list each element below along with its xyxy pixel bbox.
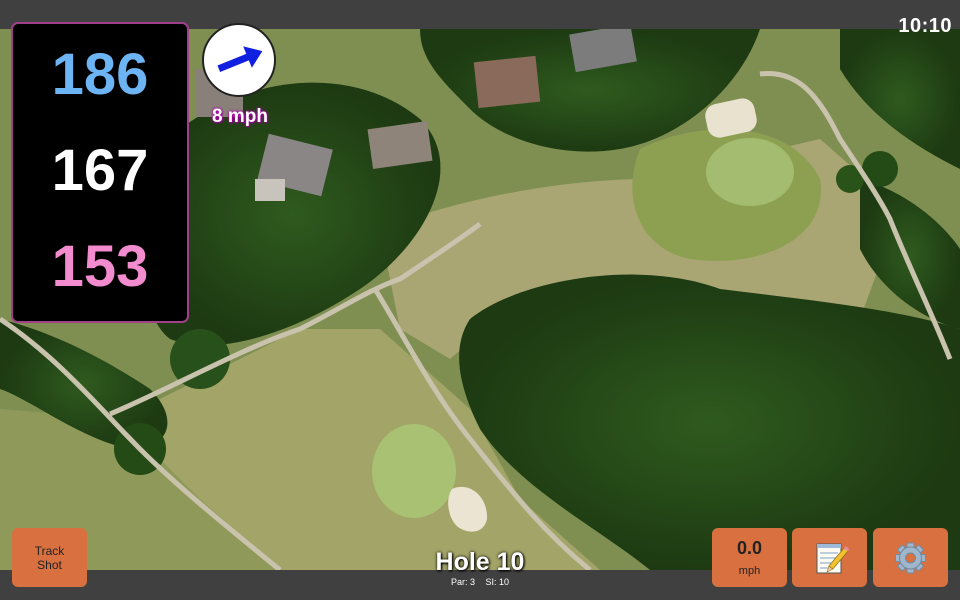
golf-gps-screen: 186 167 153 8 mph 10:10 Track Shot Hole … [0,0,960,600]
hole-title: Hole 10 [435,548,525,576]
speed-unit: mph [738,565,761,577]
speed-button[interactable]: 0.0 mph [712,528,787,587]
distance-center: 167 [51,138,149,203]
clock: 10:10 [898,15,952,37]
track-shot-label-line1: Track [34,544,65,558]
speed-value: 0.0 [736,538,763,558]
distance-front: 153 [51,234,149,299]
hole-par: Par: 3 [450,577,475,587]
wind-direction-indicator [202,23,276,97]
wind-direction-arrow-icon [217,46,263,72]
track-shot-label-line2: Shot [37,558,62,572]
hole-meta: Par: 3 SI: 10 [380,577,580,587]
distance-back: 186 [51,42,149,107]
notepad-icon [816,543,850,574]
hole-stroke-index: SI: 10 [485,577,510,587]
wind-speed-label: 8 mph [212,106,268,127]
distance-panel: 186 167 153 [11,22,189,323]
notes-button[interactable] [792,528,867,587]
settings-button[interactable] [873,528,948,587]
gear-icon [895,542,926,574]
track-shot-button[interactable]: Track Shot [12,528,87,587]
